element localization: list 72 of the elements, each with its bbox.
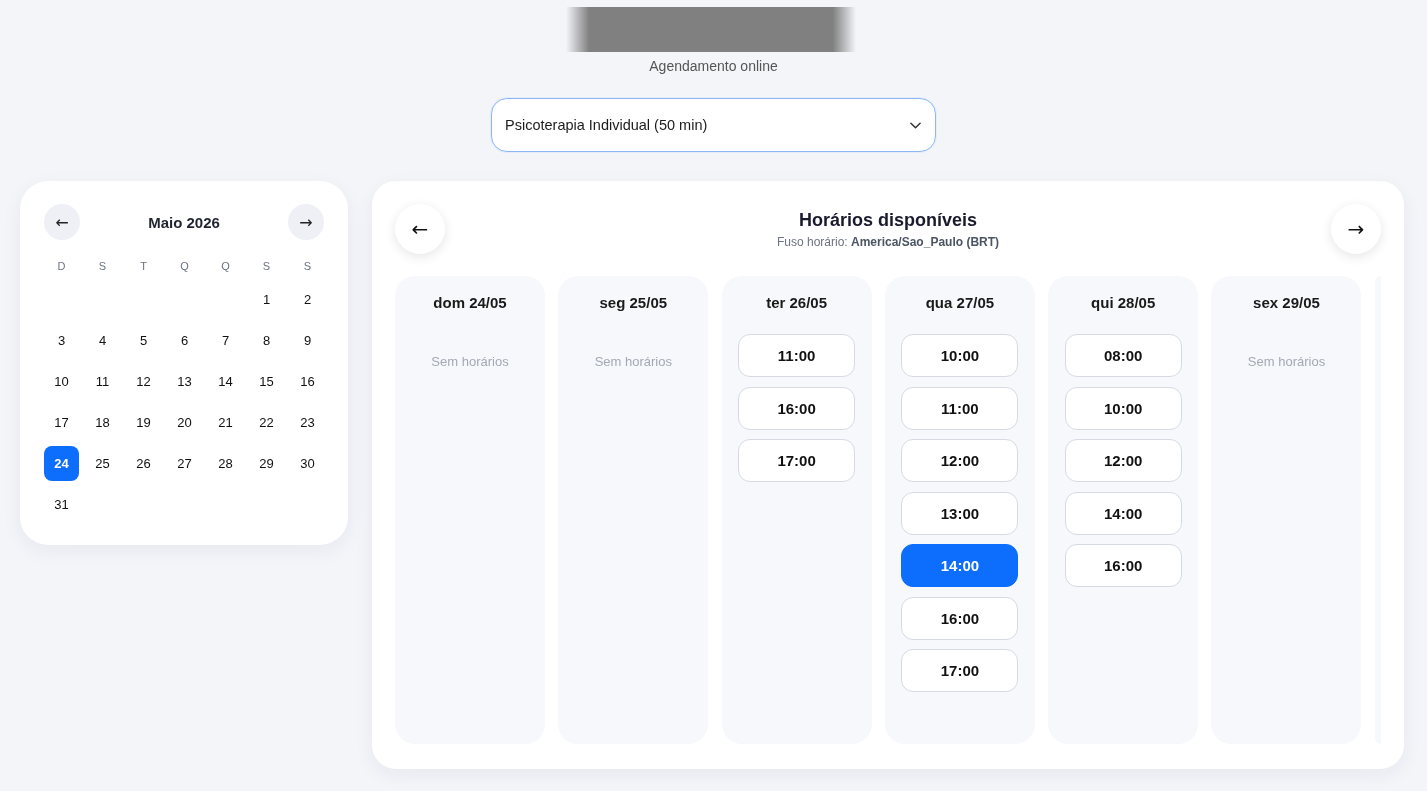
next-week-button[interactable]: → [1331,204,1381,254]
weekday-label: D [56,259,67,274]
calendar-day[interactable]: 2 [290,282,325,317]
calendar-day[interactable]: 17 [44,405,79,440]
calendar-day[interactable]: 12 [126,364,161,399]
calendar-day[interactable]: 30 [290,446,325,481]
day-header: ter 26/05 [766,294,828,312]
empty-note: Sem horários [431,354,509,370]
calendar-day[interactable]: 24 [44,446,79,481]
calendar-day[interactable]: 25 [85,446,120,481]
calendar-day[interactable]: 10 [44,364,79,399]
empty-note: Sem horários [594,354,672,370]
weekday-label: Q [220,259,231,274]
calendar-day[interactable]: 9 [290,323,325,358]
empty-note: Sem horários [1247,354,1326,370]
calendar-day[interactable]: 15 [249,364,284,399]
calendar-day[interactable]: 23 [290,405,325,440]
calendar-day[interactable]: 1 [249,282,284,317]
timezone-text: Fuso horário: America/Sao_Paulo (BRT) [776,234,1000,250]
time-slot-button[interactable]: 13:00 [901,491,1019,535]
day-header: qua 27/05 [925,294,995,312]
time-slot-button[interactable]: 17:00 [738,439,856,482]
schedule-title: Horários disponíveis [798,208,978,231]
previous-month-button[interactable]: ← [44,204,80,240]
calendar-day[interactable]: 26 [126,446,161,481]
calendar-day[interactable]: 14 [208,364,243,399]
time-slot-button[interactable]: 10:00 [1064,386,1182,430]
time-slot-button[interactable]: 08:00 [1064,334,1182,377]
time-slot-button[interactable]: 10:00 [901,334,1019,377]
calendar-day[interactable]: 6 [167,323,202,358]
weekday-label: S [302,259,313,274]
weekday-label: T [139,259,148,274]
time-slot-button[interactable]: 14:00 [901,544,1019,587]
calendar-day[interactable]: 28 [208,446,243,481]
day-header: qui 28/05 [1091,294,1156,312]
time-slot-button[interactable]: 16:00 [738,386,856,430]
previous-week-button[interactable]: ← [395,204,445,254]
time-slot-button[interactable]: 11:00 [738,334,856,377]
time-slot-button[interactable]: 16:00 [1064,544,1182,587]
calendar-day[interactable]: 5 [126,323,161,358]
calendar-day[interactable]: 11 [85,364,120,399]
calendar-day[interactable]: 27 [167,446,202,481]
chevron-down-icon [910,121,921,129]
calendar-day[interactable]: 29 [249,446,284,481]
time-slot-button[interactable]: 14:00 [1064,491,1182,535]
calendar-day[interactable]: 16 [290,364,325,399]
day-header: seg 25/05 [599,294,668,312]
calendar-day[interactable]: 4 [85,323,120,358]
time-slot-button[interactable]: 17:00 [901,649,1019,692]
day-header: dom 24/05 [433,294,507,312]
next-month-button[interactable]: → [288,204,324,240]
calendar-day[interactable]: 13 [167,364,202,399]
weekday-label: Q [179,259,190,274]
time-slot-button[interactable]: 12:00 [1064,439,1182,482]
page-subtitle: Agendamento online [649,58,778,75]
time-slot-button[interactable]: 11:00 [901,386,1019,430]
day-header: sex 29/05 [1253,294,1320,312]
calendar-day[interactable]: 8 [249,323,284,358]
time-slot-button[interactable]: 16:00 [901,596,1019,640]
weekday-label: S [97,259,108,274]
weekday-label: S [261,259,272,274]
calendar-day[interactable]: 3 [44,323,79,358]
service-select[interactable]: Psicoterapia Individual (50 min) [491,98,936,152]
calendar-day[interactable]: 18 [85,405,120,440]
calendar-day[interactable]: 7 [208,323,243,358]
month-title: Maio 2026 [148,213,220,231]
calendar-day[interactable]: 31 [44,487,79,522]
calendar-day[interactable]: 22 [249,405,284,440]
time-slot-button[interactable]: 12:00 [901,439,1019,482]
calendar-day[interactable]: 20 [167,405,202,440]
calendar-day[interactable]: 19 [126,405,161,440]
calendar-day[interactable]: 21 [208,405,243,440]
